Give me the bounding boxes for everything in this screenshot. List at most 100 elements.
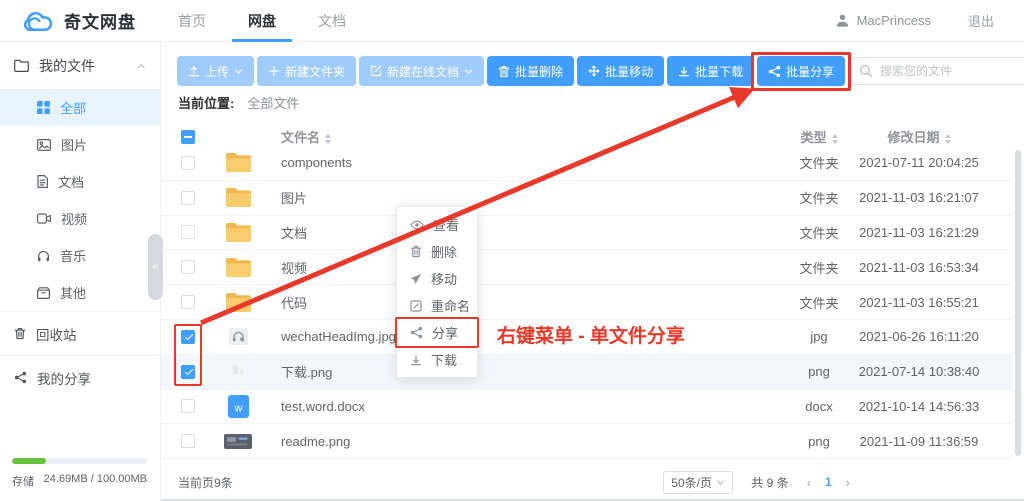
- file-name[interactable]: 代码: [281, 293, 789, 312]
- chevron-down-icon: [464, 67, 473, 76]
- search-box: [848, 57, 1024, 85]
- context-menu-item[interactable]: 分享: [397, 319, 477, 346]
- context-menu-item-label: 查看: [433, 215, 459, 234]
- table-row[interactable]: 文档 文件夹 2021-11-03 16:21:29: [161, 216, 1013, 251]
- nav-item[interactable]: 网盘: [240, 0, 284, 42]
- row-checkbox[interactable]: [181, 330, 195, 344]
- folder-outline-icon: [14, 59, 29, 72]
- file-date: 2021-07-14 10:38:40: [849, 364, 989, 379]
- jpg-thumbnail-icon: [195, 328, 281, 345]
- sidebar-item[interactable]: 图片: [0, 126, 160, 163]
- file-date: 2021-11-03 16:55:21: [849, 295, 989, 310]
- dark-thumbnail-icon: [195, 434, 281, 449]
- toolbar-button[interactable]: 批量下载: [667, 56, 754, 86]
- sidebar-item[interactable]: 文档: [0, 163, 160, 200]
- toolbar-button-label: 新建在线文档: [387, 63, 459, 80]
- folder-icon: [195, 257, 281, 278]
- toolbar-button[interactable]: 批量删除: [487, 56, 574, 86]
- storage-bar: [12, 458, 147, 464]
- current-page-number[interactable]: 1: [825, 475, 832, 489]
- sort-icon[interactable]: [325, 134, 331, 144]
- sort-icon[interactable]: [945, 134, 951, 144]
- sidebar-collapse-handle[interactable]: «: [148, 234, 163, 300]
- file-name[interactable]: 视频: [281, 258, 789, 277]
- file-name[interactable]: 文档: [281, 223, 789, 242]
- table-row[interactable]: 下载.png png 2021-07-14 10:38:40: [161, 355, 1013, 390]
- toolbar-button-label: 批量移动: [605, 63, 653, 80]
- vertical-scrollbar[interactable]: [1015, 150, 1021, 456]
- file-name[interactable]: wechatHeadImg.jpg: [281, 329, 789, 344]
- chevron-up-icon[interactable]: [136, 61, 146, 71]
- toolbar-button-label: 批量删除: [515, 63, 563, 80]
- file-date: 2021-07-11 20:04:25: [849, 155, 989, 170]
- breadcrumb-value[interactable]: 全部文件: [247, 93, 299, 112]
- sidebar-item-label: 音乐: [60, 246, 86, 265]
- file-table: components 文件夹 2021-07-11 20:04:25 图片 文件…: [161, 146, 1013, 459]
- sidebar-item-my-files[interactable]: 我的文件: [0, 42, 160, 89]
- toolbar-button[interactable]: 新建在线文档: [359, 56, 484, 86]
- toolbar-button[interactable]: 批量分享: [757, 56, 845, 86]
- table-row[interactable]: components 文件夹 2021-07-11 20:04:25: [161, 146, 1013, 181]
- row-checkbox[interactable]: [181, 434, 195, 448]
- table-row[interactable]: 图片 文件夹 2021-11-03 16:21:07: [161, 181, 1013, 216]
- file-type: 文件夹: [789, 258, 849, 277]
- row-checkbox[interactable]: [181, 260, 195, 274]
- table-row[interactable]: 视频 文件夹 2021-11-03 16:53:34: [161, 250, 1013, 285]
- toolbar-button[interactable]: 新建文件夹: [257, 56, 356, 86]
- row-checkbox[interactable]: [181, 399, 195, 413]
- column-header-date: 修改日期: [849, 127, 989, 146]
- sidebar-item-my-shares[interactable]: 我的分享: [0, 355, 160, 399]
- folder-icon: [195, 222, 281, 243]
- main-content: 上传 新建文件夹 新建在线文档 批量删除: [161, 42, 1024, 501]
- row-checkbox[interactable]: [181, 156, 195, 170]
- toolbar-button[interactable]: 批量移动: [577, 56, 664, 86]
- file-date: 2021-06-26 16:11:20: [849, 329, 989, 344]
- username: MacPrincess: [857, 13, 931, 28]
- row-checkbox[interactable]: [181, 191, 195, 205]
- nav-item[interactable]: 文档: [310, 0, 354, 42]
- sidebar-item-label: 文档: [58, 172, 84, 191]
- video-icon: [37, 213, 51, 224]
- select-all-checkbox[interactable]: [181, 130, 195, 144]
- toolbar-button-label: 上传: [205, 63, 229, 80]
- context-menu-item[interactable]: 重命名: [397, 292, 477, 319]
- sidebar-item-label: 其他: [60, 283, 86, 302]
- context-menu-item[interactable]: 下载: [397, 346, 477, 373]
- context-menu-item-label: 重命名: [431, 296, 470, 315]
- sort-icon[interactable]: [832, 134, 838, 144]
- context-menu-item[interactable]: 移动: [397, 265, 477, 292]
- table-row[interactable]: 代码 文件夹 2021-11-03 16:55:21: [161, 285, 1013, 320]
- sidebar-item[interactable]: 全部: [0, 89, 160, 126]
- sidebar-item[interactable]: 音乐: [0, 237, 160, 274]
- folder-icon: [195, 152, 281, 173]
- archive-icon: [37, 287, 50, 299]
- eye-icon: [410, 220, 424, 230]
- logout-link[interactable]: 退出: [968, 11, 994, 30]
- nav-item[interactable]: 首页: [170, 0, 214, 42]
- sidebar-item[interactable]: 视频: [0, 200, 160, 237]
- sidebar-item[interactable]: 其他: [0, 274, 160, 311]
- row-checkbox[interactable]: [181, 365, 195, 379]
- trash-icon: [410, 245, 422, 258]
- table-row[interactable]: w test.word.docx docx 2021-10-14 14:56:3…: [161, 390, 1013, 425]
- file-name[interactable]: 图片: [281, 188, 789, 207]
- file-name[interactable]: readme.png: [281, 434, 789, 449]
- prev-page-icon[interactable]: ‹: [807, 475, 811, 490]
- row-checkbox[interactable]: [181, 225, 195, 239]
- context-menu-item[interactable]: 删除: [397, 238, 477, 265]
- file-date: 2021-11-09 11:36:59: [849, 434, 989, 449]
- row-checkbox[interactable]: [181, 295, 195, 309]
- toolbar-button[interactable]: 上传: [177, 56, 254, 86]
- file-name[interactable]: test.word.docx: [281, 399, 789, 414]
- next-page-icon[interactable]: ›: [846, 475, 850, 490]
- table-row[interactable]: wechatHeadImg.jpg jpg 2021-06-26 16:11:2…: [161, 320, 1013, 355]
- file-name[interactable]: components: [281, 155, 789, 170]
- context-menu-item[interactable]: 查看: [397, 211, 477, 238]
- table-row[interactable]: readme.png png 2021-11-09 11:36:59: [161, 424, 1013, 459]
- sidebar-item-recycle-bin[interactable]: 回收站: [0, 311, 160, 355]
- page-size-select[interactable]: 50条/页: [663, 471, 733, 494]
- file-name[interactable]: 下载.png: [281, 362, 789, 381]
- search-input[interactable]: [880, 64, 1023, 78]
- file-type: 文件夹: [789, 223, 849, 242]
- word-icon: w: [195, 395, 281, 418]
